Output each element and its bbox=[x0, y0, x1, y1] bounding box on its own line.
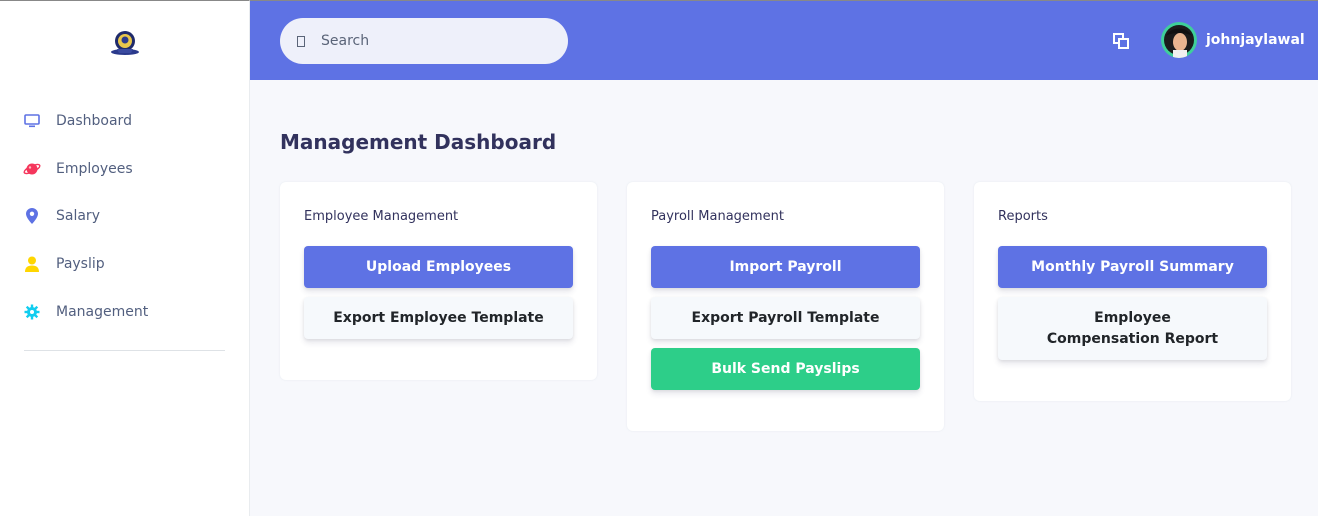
search-icon bbox=[297, 34, 309, 48]
copy-icon[interactable] bbox=[1112, 32, 1130, 50]
sidebar-item-dashboard[interactable]: Dashboard bbox=[0, 97, 249, 145]
search-input[interactable] bbox=[321, 33, 551, 49]
page-title: Management Dashboard bbox=[280, 130, 557, 154]
user-icon bbox=[23, 255, 41, 273]
sidebar-item-label: Dashboard bbox=[56, 112, 132, 129]
payroll-management-card: Payroll Management Import Payroll Export… bbox=[627, 182, 944, 431]
reports-card: Reports Monthly Payroll Summary Employee… bbox=[974, 182, 1291, 401]
sidebar-item-label: Employees bbox=[56, 160, 133, 177]
upload-employees-button[interactable]: Upload Employees bbox=[304, 246, 573, 288]
user-menu[interactable]: johnjaylawal bbox=[1161, 22, 1305, 58]
planet-icon bbox=[23, 160, 41, 178]
sidebar-divider bbox=[24, 350, 225, 351]
sidebar-item-management[interactable]: Management bbox=[0, 288, 249, 336]
username: johnjaylawal bbox=[1206, 32, 1305, 48]
avatar bbox=[1161, 22, 1197, 58]
gear-icon bbox=[23, 303, 41, 321]
sidebar-item-label: Management bbox=[56, 303, 149, 320]
monitor-icon bbox=[23, 112, 41, 130]
import-payroll-button[interactable]: Import Payroll bbox=[651, 246, 920, 288]
card-title: Employee Management bbox=[304, 209, 459, 224]
top-navbar: johnjaylawal bbox=[250, 0, 1318, 80]
sidebar-item-employees[interactable]: Employees bbox=[0, 145, 249, 193]
sidebar-item-salary[interactable]: Salary bbox=[0, 193, 249, 241]
card-title: Reports bbox=[998, 209, 1048, 224]
app-logo[interactable] bbox=[108, 27, 142, 57]
card-title: Payroll Management bbox=[651, 209, 784, 224]
sidebar: Dashboard Employees Salary Payslip Manag… bbox=[0, 0, 250, 516]
sidebar-item-label: Salary bbox=[56, 208, 100, 225]
bulk-send-payslips-button[interactable]: Bulk Send Payslips bbox=[651, 348, 920, 390]
export-payroll-template-button[interactable]: Export Payroll Template bbox=[651, 297, 920, 339]
sidebar-nav: Dashboard Employees Salary Payslip Manag… bbox=[0, 97, 249, 336]
export-employee-template-button[interactable]: Export Employee Template bbox=[304, 297, 573, 339]
search-box[interactable] bbox=[280, 18, 568, 64]
sidebar-item-payslip[interactable]: Payslip bbox=[0, 240, 249, 288]
sidebar-item-label: Payslip bbox=[56, 256, 105, 273]
employee-management-card: Employee Management Upload Employees Exp… bbox=[280, 182, 597, 380]
employee-compensation-report-button[interactable]: Employee Compensation Report bbox=[998, 297, 1267, 360]
map-pin-icon bbox=[23, 207, 41, 225]
monthly-payroll-summary-button[interactable]: Monthly Payroll Summary bbox=[998, 246, 1267, 288]
